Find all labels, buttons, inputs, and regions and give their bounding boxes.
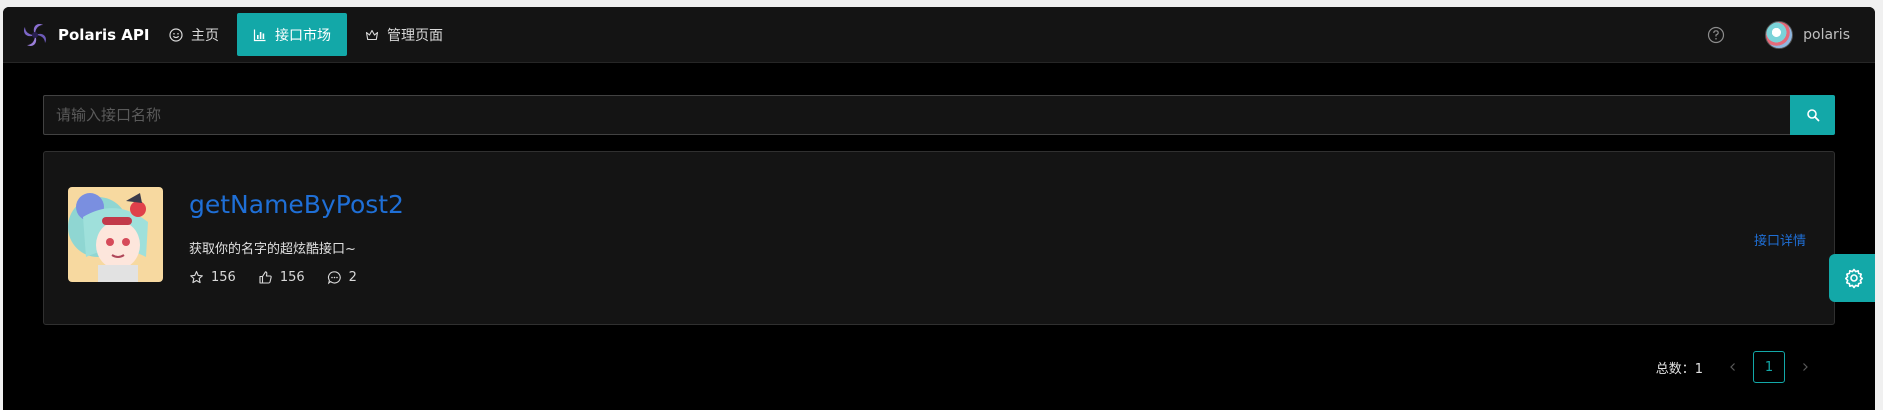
question-circle-icon[interactable]	[1707, 26, 1725, 44]
api-thumbnail	[68, 187, 163, 282]
main-nav: 主页 接口市场 管理页面	[153, 13, 459, 56]
smile-icon	[169, 27, 183, 42]
nav-item-home[interactable]: 主页	[153, 13, 235, 56]
search-input[interactable]	[43, 95, 1790, 135]
comment-stat[interactable]: 2	[327, 270, 357, 285]
api-description: 获取你的名字的超炫酷接口~	[189, 242, 356, 257]
api-detail-link[interactable]: 接口详情	[1754, 230, 1806, 249]
nav-item-admin[interactable]: 管理页面	[349, 13, 459, 56]
nav-item-api-market[interactable]: 接口市场	[237, 13, 347, 56]
comment-count: 2	[348, 270, 357, 285]
search-icon	[1806, 109, 1819, 122]
top-navbar: Polaris API 主页 接口市场 管理页面 polaris	[3, 7, 1875, 63]
nav-item-label: 接口市场	[275, 27, 331, 44]
comment-icon	[327, 271, 341, 285]
chevron-right-icon	[1803, 363, 1808, 371]
search-bar	[43, 95, 1835, 135]
nav-item-label: 管理页面	[387, 27, 443, 44]
prev-page-button[interactable]	[1717, 351, 1749, 383]
avatar[interactable]	[1765, 21, 1794, 49]
app-window: Polaris API 主页 接口市场 管理页面 polaris 请输入接口名称…	[3, 7, 1875, 410]
app-title: Polaris API	[58, 26, 150, 44]
star-icon	[190, 270, 203, 284]
anime-avatar-image	[68, 187, 163, 282]
username[interactable]: polaris	[1803, 27, 1850, 43]
gear-icon	[1845, 268, 1863, 289]
polaris-logo-icon	[24, 24, 46, 46]
api-stats: 156 156 2	[189, 270, 379, 285]
api-list-item: getNameByPost2 获取你的名字的超炫酷接口~ 156 156 2 接…	[43, 151, 1835, 325]
chevron-left-icon	[1730, 363, 1735, 371]
pagination: 总数：1 1	[1656, 351, 1821, 383]
bar-chart-icon	[253, 29, 266, 41]
brand[interactable]: Polaris API	[20, 17, 149, 53]
next-page-button[interactable]	[1789, 351, 1821, 383]
header-actions: polaris	[1707, 17, 1850, 53]
pagination-total: 总数：1	[1655, 361, 1703, 377]
star-count: 156	[211, 270, 236, 285]
like-stat[interactable]: 156	[258, 270, 305, 285]
api-name-link[interactable]: getNameByPost2	[189, 190, 404, 219]
page-number-current[interactable]: 1	[1753, 351, 1785, 383]
star-stat[interactable]: 156	[189, 270, 236, 285]
search-button[interactable]	[1790, 95, 1835, 135]
like-icon	[259, 271, 272, 284]
nav-item-label: 主页	[191, 27, 219, 44]
like-count: 156	[279, 270, 305, 285]
crown-icon	[365, 29, 379, 40]
settings-button[interactable]	[1829, 254, 1875, 302]
